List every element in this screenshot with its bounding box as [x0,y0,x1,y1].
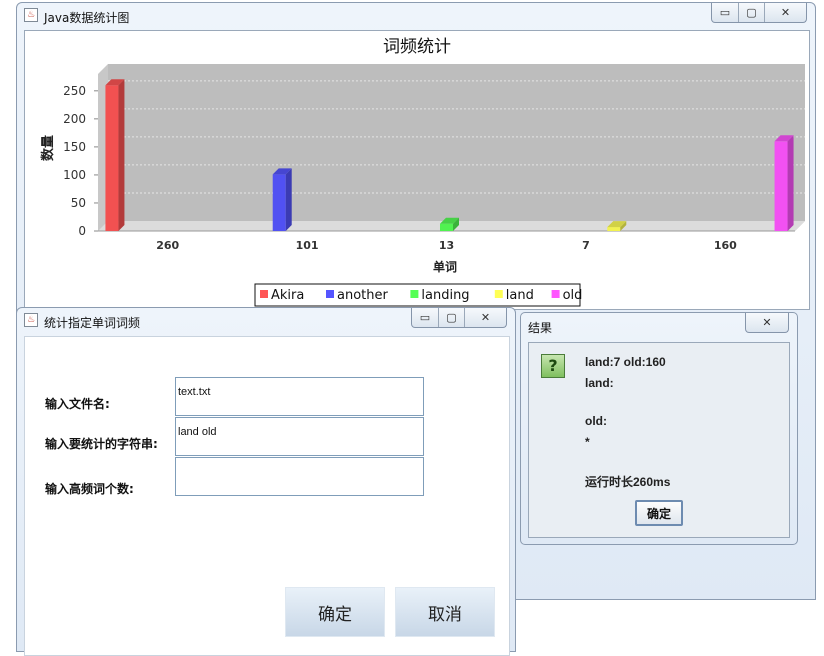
result-line-1: land:7 old:160 [585,355,666,369]
legend-item-old: old [563,288,583,303]
bar-side [285,168,292,231]
result-line-2: land: [585,376,614,390]
bar-chart: 词频统计 050100150200250 260 101 13 7 160 单词 数量 … [40,37,805,307]
plot-area [108,64,805,221]
confirm-button[interactable]: 确定 [285,587,385,637]
word-string-label: 输入要统计的字符串: [45,437,158,451]
java-app-icon: ♨ [24,313,38,327]
y-axis-label: 数量 [40,135,56,161]
legend-swatch [494,290,503,298]
bar-front [607,227,621,231]
close-icon: ✕ [762,316,772,329]
form-window-controls: ▭ ▢ ✕ [411,308,507,328]
result-ok-button[interactable]: 确定 [635,500,683,526]
close-button[interactable]: ✕ [764,3,806,22]
cancel-button[interactable]: 取消 [395,587,495,637]
bar-another [272,168,292,231]
window-controls: ▭ ▢ ✕ [711,3,807,23]
chart-window-titlebar[interactable]: ♨ Java数据统计图 ▭ ▢ ✕ [17,3,815,29]
maximize-button[interactable]: ▢ [738,3,764,22]
x-tick-label: 160 [714,239,737,252]
top-n-input[interactable] [175,457,424,496]
bar-front [440,223,453,231]
bar-side [118,79,125,231]
chart-window-title: Java数据统计图 [44,11,130,25]
result-dialog-title: 结果 [528,321,553,335]
result-line-3: old: [585,414,607,428]
bar-front [105,85,119,231]
chart-panel: 词频统计 0 50 100 150 200 250 260 101 13 7 160 单词 数量 … [24,30,810,310]
maximize-icon: ▢ [746,6,757,19]
form-panel: 输入文件名: text.txt 输入要统计的字符串: land old 输入高频… [24,336,510,656]
close-icon: ✕ [780,6,791,19]
word-string-input[interactable]: land old [175,417,424,456]
bar-Akira [105,79,125,231]
y-tick-label: 150 [63,140,86,154]
y-tick-label: 100 [63,168,86,182]
maximize-icon: ▢ [446,311,457,324]
legend-swatch [410,290,419,298]
result-close-button[interactable]: ✕ [746,313,788,332]
maximize-button[interactable]: ▢ [438,308,464,327]
x-tick-label: 13 [439,239,454,252]
question-icon: ? [541,354,565,378]
minimize-button[interactable]: ▭ [712,3,738,22]
legend-item-another: another [337,288,388,303]
result-line-5: 运行时长260ms [585,475,671,489]
form-window-titlebar[interactable]: ♨ 统计指定单词词频 ▭ ▢ ✕ [17,308,515,334]
x-tick-label: 7 [582,239,590,252]
bar-front [272,174,286,231]
bar-old [774,135,794,231]
y-tick-label: 200 [63,112,86,126]
y-tick-label: 0 [78,224,86,238]
minimize-icon: ▭ [719,6,731,19]
y-tick-label: 250 [63,84,86,98]
result-dialog-body: ? land:7 old:160 land: old: * 运行时长260ms … [528,342,790,538]
legend-swatch [326,290,334,298]
close-button[interactable]: ✕ [464,308,506,327]
top-n-label: 输入高频词个数: [45,482,134,496]
java-app-icon: ♨ [24,8,38,22]
x-tick-label: 260 [156,239,179,252]
form-window-title: 统计指定单词词频 [44,316,141,330]
result-dialog-titlebar[interactable]: 结果 ✕ [521,313,797,339]
bar-side [787,135,794,231]
minimize-icon: ▭ [419,311,431,324]
result-dialog-controls: ✕ [745,313,789,333]
x-tick-label: 101 [296,239,319,252]
file-name-input[interactable]: text.txt [175,377,424,416]
x-axis-label: 单词 [433,259,457,274]
legend-item-Akira: Akira [271,288,304,303]
legend-item-land: land [506,288,534,303]
chart-title: 词频统计 [383,37,451,57]
legend-swatch [260,290,268,298]
y-tick-label: 50 [71,196,86,210]
bar-front [774,141,788,231]
minimize-button[interactable]: ▭ [412,308,438,327]
form-window: ♨ 统计指定单词词频 ▭ ▢ ✕ 输入文件名: text.txt 输入要统计的字… [16,307,516,656]
legend-swatch [551,290,560,298]
result-line-4: * [585,435,590,449]
file-name-label: 输入文件名: [45,397,110,411]
close-icon: ✕ [480,311,491,324]
result-dialog: 结果 ✕ ? land:7 old:160 land: old: * 运行时长2… [520,312,798,545]
legend-item-landing: landing [421,288,469,303]
